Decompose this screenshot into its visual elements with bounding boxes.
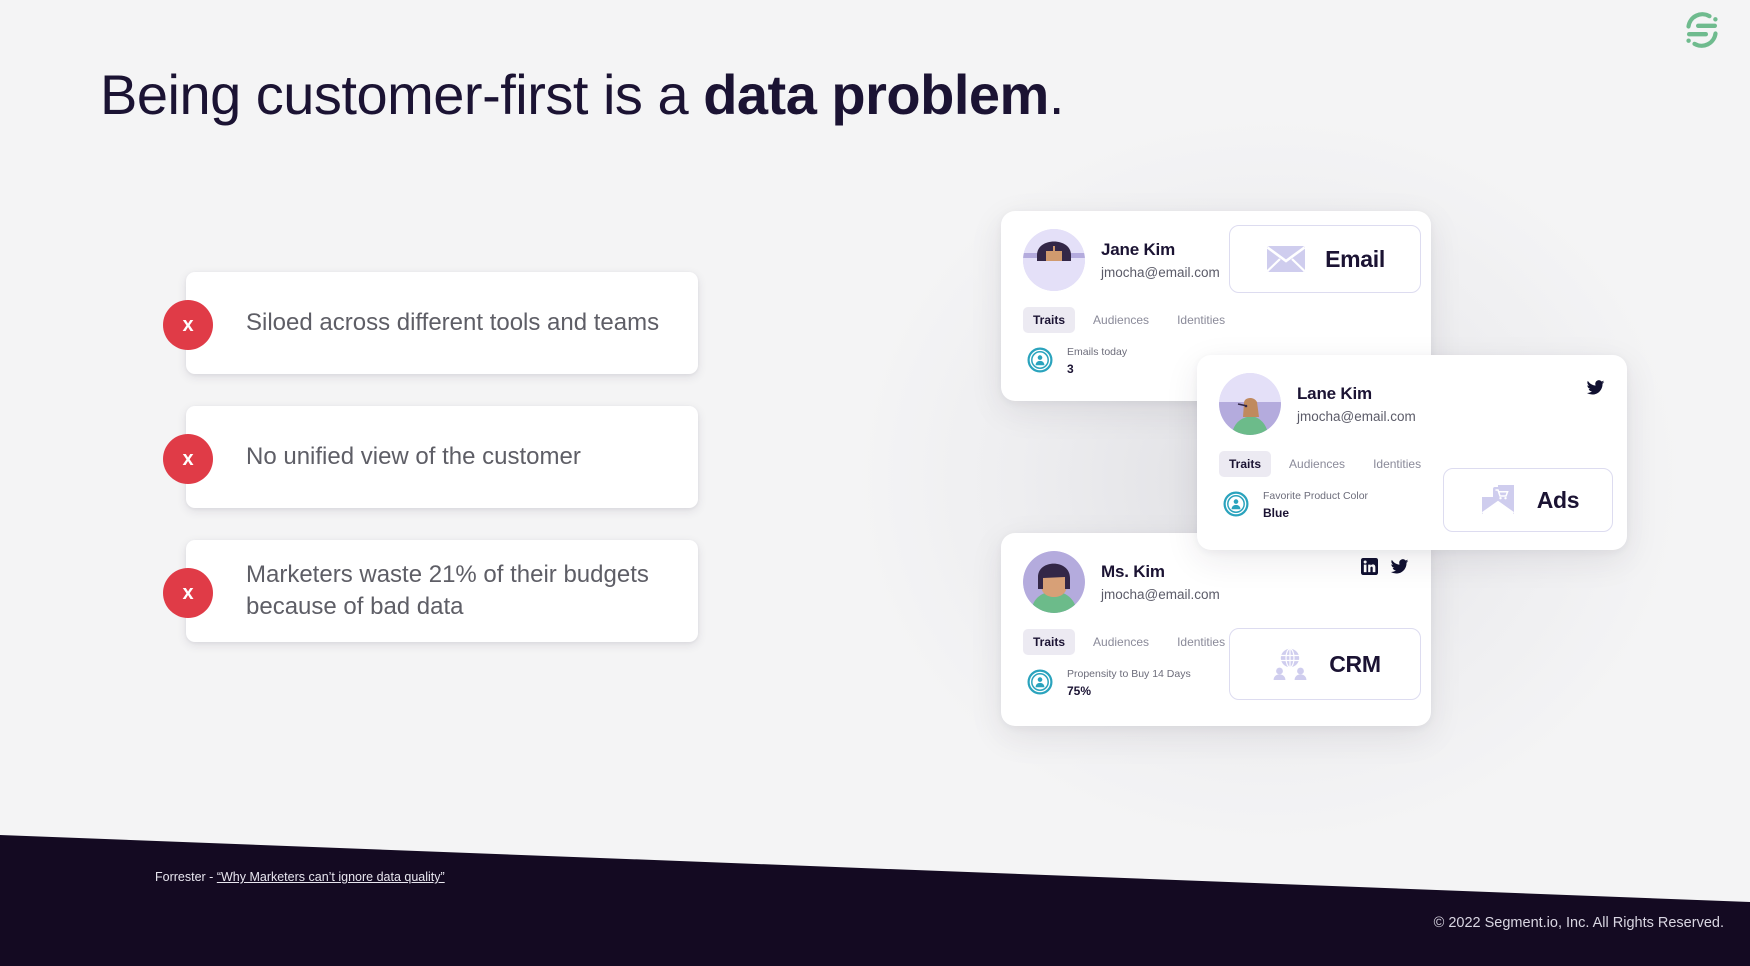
- user-circle-icon: [1223, 491, 1249, 517]
- trait-value: 75%: [1067, 683, 1092, 698]
- profile-identity: Jane Kim jmocha@email.com: [1101, 240, 1220, 280]
- x-marker-icon: x: [163, 434, 213, 484]
- profile-name: Ms. Kim: [1101, 562, 1165, 581]
- tab-identities[interactable]: Identities: [1167, 629, 1235, 655]
- source-link[interactable]: “Why Marketers can’t ignore data quality…: [217, 870, 445, 884]
- profile-name: Jane Kim: [1101, 240, 1175, 259]
- envelope-icon: [1265, 242, 1307, 276]
- list-item: Marketers waste 21% of their budgets bec…: [163, 540, 698, 642]
- profile-identity: Ms. Kim jmocha@email.com: [1101, 562, 1220, 602]
- profile-email: jmocha@email.com: [1101, 587, 1220, 602]
- avatar-jane-icon: [1023, 229, 1085, 291]
- twitter-icon[interactable]: [1586, 380, 1605, 396]
- list-item-label: Marketers waste 21% of their budgets bec…: [246, 561, 649, 620]
- trait-content: Propensity to Buy 14 Days 75%: [1067, 667, 1191, 698]
- social-links: [1586, 380, 1605, 396]
- list-item-label: No unified view of the customer: [246, 443, 581, 471]
- channel-button-crm[interactable]: CRM: [1229, 628, 1421, 700]
- twitter-icon[interactable]: [1390, 558, 1409, 575]
- user-circle-icon: [1027, 669, 1053, 695]
- profile-header: Lane Kim jmocha@email.com: [1197, 355, 1627, 435]
- page-title-bold: data problem: [703, 63, 1049, 126]
- trait-label: Propensity to Buy 14 Days: [1067, 668, 1191, 680]
- copyright-notice: © 2022 Segment.io, Inc. All Rights Reser…: [1433, 915, 1724, 931]
- trait-label: Emails today: [1067, 346, 1128, 358]
- tab-identities[interactable]: Identities: [1167, 307, 1235, 333]
- tab-identities[interactable]: Identities: [1363, 451, 1431, 477]
- avatar-mskim-icon: [1023, 551, 1085, 613]
- ads-cart-icon: [1477, 483, 1519, 517]
- tab-traits[interactable]: Traits: [1023, 307, 1076, 333]
- profile-tabs: Traits Audiences Identities: [1001, 291, 1431, 333]
- channel-button-label: Ads: [1536, 486, 1580, 513]
- page-title: Being customer-first is a data problem.: [100, 62, 1064, 128]
- tab-audiences[interactable]: Audiences: [1083, 629, 1159, 655]
- tab-audiences[interactable]: Audiences: [1083, 307, 1159, 333]
- channel-button-label: Email: [1325, 245, 1385, 272]
- list-item: No unified view of the customer x: [163, 406, 698, 508]
- trait-value: Blue: [1263, 505, 1290, 520]
- source-citation: Forrester - “Why Marketers can’t ignore …: [155, 870, 445, 884]
- profile-email: jmocha@email.com: [1297, 409, 1416, 424]
- linkedin-icon[interactable]: [1361, 558, 1378, 575]
- problem-card: Siloed across different tools and teams: [186, 272, 698, 374]
- channel-button-ads[interactable]: Ads: [1443, 468, 1613, 532]
- social-links: [1361, 558, 1409, 575]
- page-title-plain: Being customer-first is a: [100, 63, 704, 126]
- x-marker-icon: x: [163, 300, 213, 350]
- profile-email: jmocha@email.com: [1101, 265, 1220, 280]
- source-prefix: Forrester -: [155, 870, 217, 884]
- x-marker-icon: x: [163, 568, 213, 618]
- problem-card: Marketers waste 21% of their budgets bec…: [186, 540, 698, 642]
- tab-traits[interactable]: Traits: [1023, 629, 1076, 655]
- list-item-label: Siloed across different tools and teams: [246, 309, 660, 337]
- channel-button-label: CRM: [1329, 650, 1381, 677]
- tab-audiences[interactable]: Audiences: [1279, 451, 1355, 477]
- tab-traits[interactable]: Traits: [1219, 451, 1272, 477]
- segment-logo-icon: [1678, 6, 1726, 54]
- avatar-lane-icon: [1219, 373, 1281, 435]
- trait-content: Emails today 3: [1067, 345, 1127, 376]
- crm-globe-people-icon: [1269, 647, 1311, 681]
- profile-name: Lane Kim: [1297, 384, 1372, 403]
- trait-content: Favorite Product Color Blue: [1263, 489, 1368, 520]
- list-item: Siloed across different tools and teams …: [163, 272, 698, 374]
- page-title-period: .: [1048, 63, 1065, 126]
- trait-value: 3: [1067, 361, 1074, 376]
- trait-label: Favorite Product Color: [1263, 490, 1369, 502]
- profile-identity: Lane Kim jmocha@email.com: [1297, 384, 1416, 424]
- user-circle-icon: [1027, 347, 1053, 373]
- footer-background: [0, 835, 1750, 966]
- problem-list: Siloed across different tools and teams …: [163, 272, 698, 674]
- channel-button-email[interactable]: Email: [1229, 225, 1421, 293]
- problem-card: No unified view of the customer: [186, 406, 698, 508]
